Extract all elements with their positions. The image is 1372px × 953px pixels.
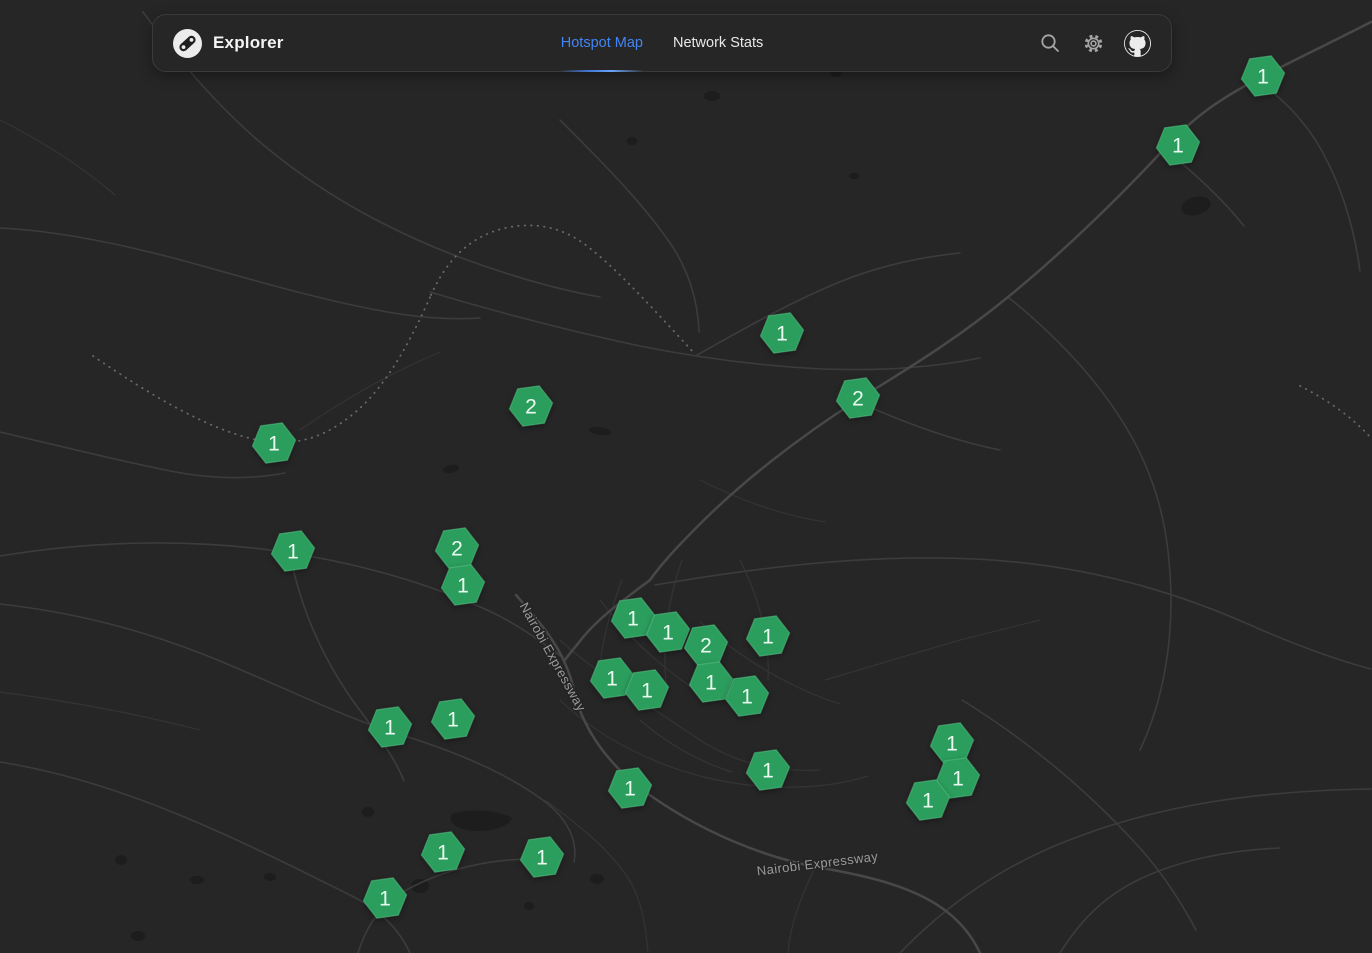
hex-count-label: 1 xyxy=(952,768,964,791)
hex-cluster-marker[interactable]: 1 xyxy=(439,562,487,608)
top-navbar: Explorer Hotspot Map Network Stats xyxy=(152,14,1172,72)
hex-count-label: 1 xyxy=(1257,66,1269,89)
hex-count-label: 1 xyxy=(776,323,788,346)
hex-count-label: 1 xyxy=(705,672,717,695)
nav-actions xyxy=(1038,30,1151,57)
settings-gear-icon[interactable] xyxy=(1081,31,1105,55)
hex-count-label: 1 xyxy=(1172,135,1184,158)
hex-count-label: 1 xyxy=(437,842,449,865)
hex-count-label: 2 xyxy=(451,538,463,561)
hex-cluster-marker[interactable]: 1 xyxy=(1154,122,1202,168)
helium-logo-icon xyxy=(173,29,202,58)
tab-hotspot-map[interactable]: Hotspot Map xyxy=(561,15,643,71)
hex-cluster-marker[interactable]: 1 xyxy=(758,310,806,356)
hex-cluster-marker[interactable]: 1 xyxy=(419,829,467,875)
hex-count-label: 1 xyxy=(447,709,459,732)
map-viewport[interactable]: Nairobi Expressway Nairobi Expressway 11… xyxy=(0,0,1372,953)
hex-count-label: 1 xyxy=(268,433,280,456)
hex-count-label: 1 xyxy=(922,790,934,813)
github-icon[interactable] xyxy=(1124,30,1151,57)
hex-count-label: 1 xyxy=(627,608,639,631)
hex-cluster-marker[interactable]: 1 xyxy=(250,420,298,466)
hex-count-label: 1 xyxy=(624,778,636,801)
hex-count-label: 1 xyxy=(287,541,299,564)
hex-cluster-marker[interactable]: 1 xyxy=(518,834,566,880)
hex-count-label: 2 xyxy=(525,396,537,419)
hex-count-label: 1 xyxy=(457,575,469,598)
hex-count-label: 1 xyxy=(662,622,674,645)
search-icon[interactable] xyxy=(1038,31,1062,55)
hex-count-label: 1 xyxy=(641,680,653,703)
hex-cluster-marker[interactable]: 1 xyxy=(429,696,477,742)
tab-network-stats[interactable]: Network Stats xyxy=(673,15,763,71)
hex-count-label: 1 xyxy=(946,733,958,756)
brand[interactable]: Explorer xyxy=(173,29,284,58)
tab-hotspot-map-label: Hotspot Map xyxy=(561,35,643,51)
hex-count-label: 1 xyxy=(741,686,753,709)
hex-count-label: 1 xyxy=(762,760,774,783)
hex-cluster-marker[interactable]: 1 xyxy=(904,777,952,823)
hex-cluster-marker[interactable]: 1 xyxy=(361,875,409,921)
hex-cluster-marker[interactable]: 1 xyxy=(366,704,414,750)
hex-cluster-marker[interactable]: 1 xyxy=(623,667,671,713)
hex-count-label: 1 xyxy=(606,668,618,691)
hex-cluster-marker[interactable]: 1 xyxy=(606,765,654,811)
hex-cluster-marker[interactable]: 2 xyxy=(834,375,882,421)
tab-network-stats-label: Network Stats xyxy=(673,35,763,51)
hex-count-label: 2 xyxy=(700,635,712,658)
nav-tabs: Hotspot Map Network Stats xyxy=(561,15,763,71)
hex-count-label: 1 xyxy=(536,847,548,870)
hex-count-label: 1 xyxy=(762,626,774,649)
hex-cluster-marker[interactable]: 1 xyxy=(269,528,317,574)
hex-cluster-marker[interactable]: 1 xyxy=(744,747,792,793)
app-title: Explorer xyxy=(213,33,284,53)
hex-cluster-marker[interactable]: 1 xyxy=(744,613,792,659)
hex-count-label: 1 xyxy=(384,717,396,740)
hex-count-label: 1 xyxy=(379,888,391,911)
hex-cluster-layer: 111221121112111111111111111 xyxy=(0,0,1372,953)
hex-count-label: 2 xyxy=(852,388,864,411)
hex-cluster-marker[interactable]: 1 xyxy=(1239,53,1287,99)
hex-cluster-marker[interactable]: 2 xyxy=(507,383,555,429)
hex-cluster-marker[interactable]: 1 xyxy=(723,673,771,719)
active-tab-indicator xyxy=(560,70,644,72)
